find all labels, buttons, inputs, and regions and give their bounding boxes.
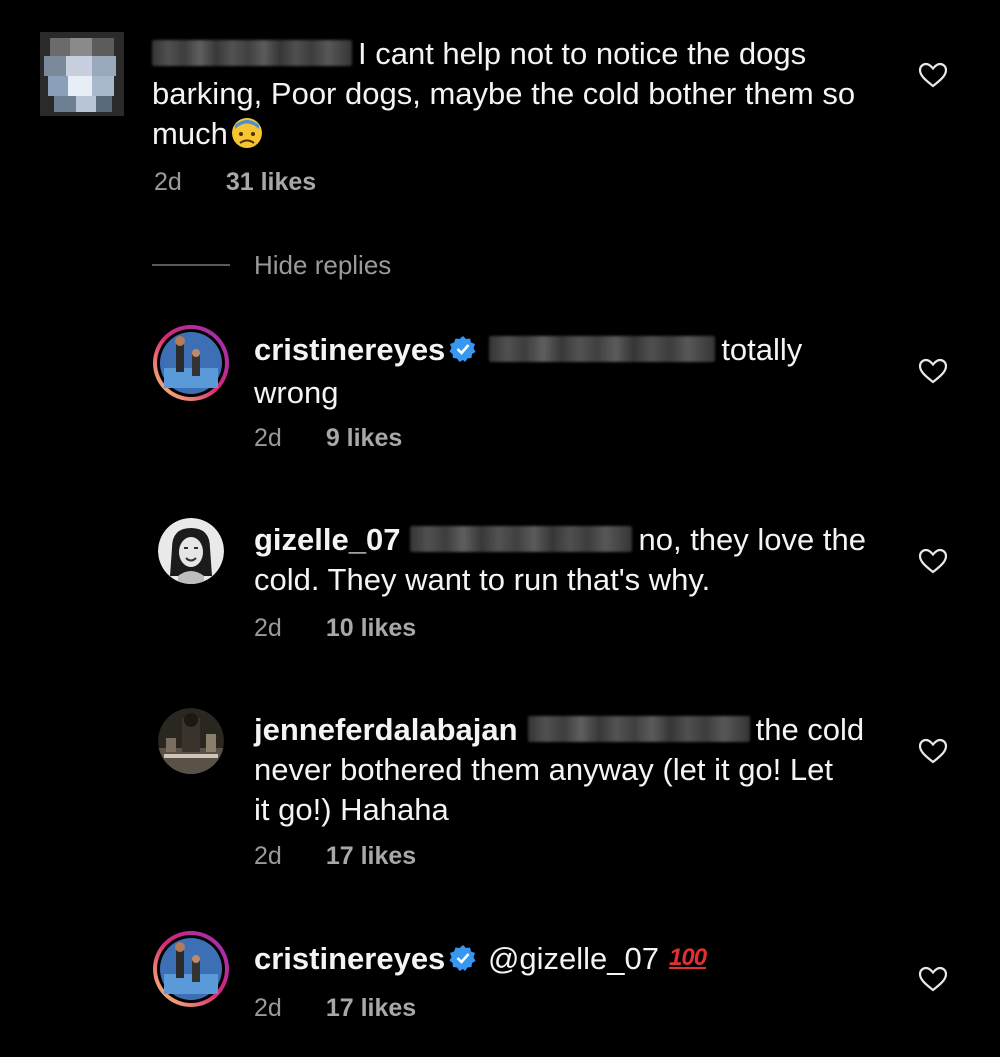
comment-meta: 2d 10 likes [254, 614, 416, 643]
timestamp: 2d [254, 424, 282, 452]
comment-meta: 2d 31 likes [154, 168, 316, 197]
hide-replies-toggle[interactable]: Hide replies [152, 248, 391, 282]
heart-icon[interactable] [918, 966, 948, 997]
comment-meta: 2d 17 likes [254, 994, 416, 1023]
like-count[interactable]: 17 likes [326, 842, 416, 870]
like-count[interactable]: 9 likes [326, 424, 402, 452]
redacted-username [527, 716, 750, 742]
redacted-username [152, 40, 352, 66]
verified-badge-icon [449, 333, 477, 373]
like-count[interactable]: 17 likes [326, 994, 416, 1022]
timestamp: 2d [154, 168, 182, 196]
verified-badge-icon [449, 942, 477, 982]
comment-meta: 2d 17 likes [254, 842, 416, 871]
redacted-username [410, 526, 633, 552]
comment-text: gizelle_07 no, they love the cold. They wa… [254, 522, 866, 597]
username[interactable]: cristinereyes [254, 332, 445, 367]
comment-text: cristinereyes totally wrong [254, 332, 803, 410]
redacted-username [489, 336, 716, 362]
heart-icon[interactable] [918, 738, 948, 769]
timestamp: 2d [254, 994, 282, 1022]
username[interactable]: gizelle_07 [254, 522, 400, 557]
username[interactable]: jenneferdalabajan [254, 712, 518, 747]
comment-meta: 2d 9 likes [254, 424, 402, 453]
heart-icon[interactable] [918, 358, 948, 389]
hundred-points-icon: 100 [669, 944, 707, 971]
like-count[interactable]: 10 likes [326, 614, 416, 642]
heart-icon[interactable] [918, 62, 948, 93]
avatar[interactable] [40, 32, 124, 116]
username[interactable]: cristinereyes [254, 941, 445, 976]
hide-replies-label[interactable]: Hide replies [254, 250, 391, 281]
mention-link[interactable]: @gizelle_07 [488, 941, 659, 976]
comment-text: jenneferdalabajan the cold never bothered … [254, 712, 865, 827]
avatar[interactable] [158, 518, 224, 584]
comment-text: cristinereyes @gizelle_07 100 [254, 938, 894, 982]
heart-icon[interactable] [918, 548, 948, 579]
comment-text: I cant help not to notice the dogs barki… [152, 34, 872, 160]
avatar[interactable] [152, 930, 230, 1008]
avatar[interactable] [158, 708, 224, 774]
anxious-face-icon [230, 116, 264, 160]
divider-line [152, 264, 230, 266]
timestamp: 2d [254, 614, 282, 642]
like-count[interactable]: 31 likes [226, 168, 316, 196]
timestamp: 2d [254, 842, 282, 870]
avatar[interactable] [152, 324, 230, 402]
